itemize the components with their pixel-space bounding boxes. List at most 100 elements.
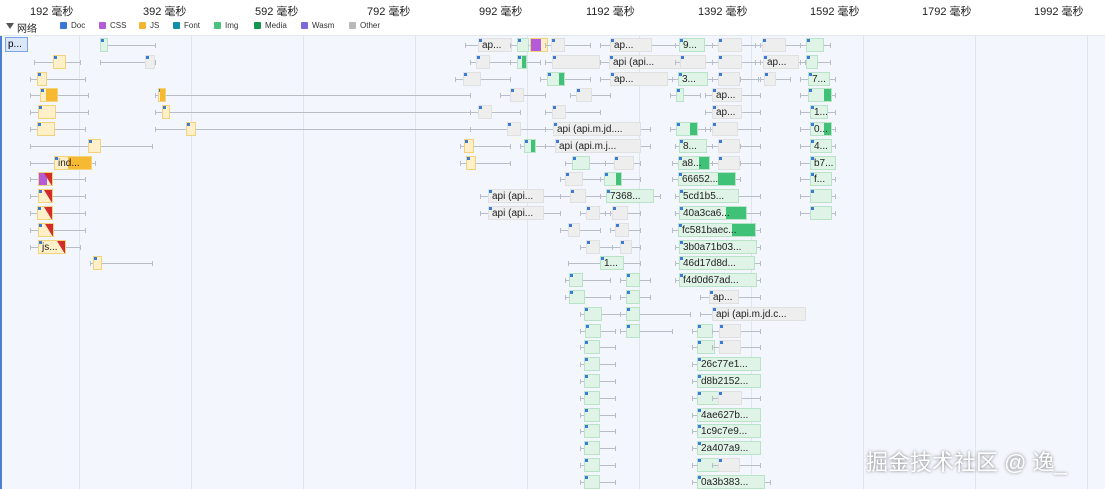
request-bar-img[interactable]: 46d17d8d... <box>679 256 755 271</box>
request-bar-img[interactable] <box>584 390 600 405</box>
request-bar-xhr[interactable]: ap... <box>610 71 668 86</box>
request-bar-img[interactable] <box>806 38 824 52</box>
request-bar-xhr[interactable] <box>565 172 583 187</box>
request-bar-xhr[interactable]: ap... <box>712 88 742 103</box>
request-bar-xhr[interactable]: api (api.m.j... <box>555 138 641 153</box>
request-bar-xhr[interactable] <box>718 138 740 153</box>
request-bar-xhr[interactable]: ap... <box>712 105 742 120</box>
request-bar-xhr[interactable] <box>614 155 634 170</box>
request-bar-img[interactable]: 0a3b383... <box>697 474 765 489</box>
request-bar-img[interactable] <box>626 306 640 321</box>
request-bar-js[interactable] <box>40 88 58 103</box>
request-bar-js[interactable]: ind... <box>54 155 92 170</box>
request-bar-img[interactable] <box>584 306 602 321</box>
request-bar-img[interactable]: 1... <box>810 105 828 120</box>
request-bar-img[interactable] <box>524 138 536 153</box>
request-bar-img[interactable] <box>100 38 108 52</box>
request-bar-xhr[interactable] <box>552 105 566 120</box>
request-bar-xhr[interactable] <box>718 54 742 69</box>
request-bar-img[interactable] <box>584 424 600 439</box>
request-bar-img[interactable] <box>584 357 600 372</box>
request-bar-img[interactable] <box>626 273 640 288</box>
request-bar-js[interactable] <box>158 88 166 103</box>
request-bar-xhr[interactable]: api (api... <box>488 189 544 204</box>
request-bar-xhr[interactable] <box>680 54 706 69</box>
request-bar-img[interactable] <box>626 323 640 338</box>
request-bar-img[interactable] <box>584 458 600 472</box>
request-bar-js[interactable] <box>38 222 54 237</box>
request-bar-img[interactable] <box>808 88 832 103</box>
request-bar-xhr[interactable] <box>612 206 628 220</box>
request-bar-xhr[interactable] <box>570 189 586 204</box>
request-bar-xhr[interactable] <box>764 71 776 86</box>
request-bar-xhr[interactable] <box>718 71 740 86</box>
request-bar-xhr[interactable] <box>510 88 524 103</box>
request-bar-xhr[interactable]: api (api.m.jd.... <box>553 122 641 136</box>
request-bar-img[interactable]: f... <box>810 172 832 187</box>
request-bar-img[interactable] <box>584 374 600 388</box>
request-bar-img[interactable] <box>584 340 600 355</box>
request-bar-img[interactable]: 5cd1b5... <box>679 189 739 204</box>
request-bar-img[interactable]: 4ae627b... <box>697 407 761 422</box>
request-bar-img[interactable] <box>676 88 684 103</box>
request-bar-js[interactable] <box>37 122 55 136</box>
request-bar-xhr[interactable] <box>719 323 741 338</box>
request-bar-img[interactable] <box>676 122 698 136</box>
request-bar-img[interactable]: 7368... <box>606 189 654 204</box>
request-bar-js[interactable] <box>38 172 53 187</box>
request-bar-img[interactable] <box>547 71 565 86</box>
request-bar-img[interactable]: 66652... <box>678 172 736 187</box>
request-bar-xhr[interactable] <box>718 458 740 472</box>
request-bar-img[interactable] <box>569 290 585 304</box>
request-bar-img[interactable]: 26c77e1... <box>697 357 761 372</box>
request-bar-xhr[interactable]: api (api.m.jd.c... <box>712 306 806 321</box>
request-bar-img[interactable]: 1... <box>600 256 624 271</box>
request-bar-xhr[interactable]: ap... <box>763 54 799 69</box>
request-bar-img[interactable] <box>626 290 640 304</box>
selected-request-bar[interactable]: p... <box>5 37 28 52</box>
request-bar-img[interactable]: d8b2152... <box>697 374 761 388</box>
request-bar-img[interactable] <box>810 189 832 204</box>
request-bar-img[interactable] <box>604 172 622 187</box>
request-bar-img[interactable] <box>585 323 601 338</box>
request-bar-img[interactable] <box>572 155 590 170</box>
request-bar-img[interactable]: fc581baec... <box>678 222 756 237</box>
request-bar-img[interactable]: 3b0a71b03... <box>679 239 757 254</box>
request-bar-img[interactable]: 7... <box>808 71 830 86</box>
request-bar-img[interactable] <box>517 54 527 69</box>
request-bar-js[interactable] <box>93 256 102 271</box>
request-bar-img[interactable]: a8... <box>678 155 710 170</box>
request-bar-img[interactable]: 9... <box>679 38 705 52</box>
request-bar-xhr[interactable] <box>568 222 580 237</box>
request-bar-xhr[interactable] <box>615 222 629 237</box>
request-bar-img[interactable] <box>806 54 818 69</box>
request-bar-js[interactable] <box>186 122 196 136</box>
request-bar-xhr[interactable] <box>576 88 592 103</box>
request-bar-xhr[interactable] <box>507 122 521 136</box>
request-bar-xhr[interactable] <box>718 155 740 170</box>
request-bar-xhr[interactable] <box>712 122 738 136</box>
request-bar-js[interactable] <box>464 138 474 153</box>
request-bar-img[interactable]: 40a3ca6... <box>679 206 747 220</box>
request-bar-js[interactable] <box>53 54 66 69</box>
request-bar-xhr[interactable] <box>145 54 155 69</box>
request-bar-js[interactable]: js... <box>38 239 66 254</box>
request-bar-img[interactable] <box>810 206 832 220</box>
request-bar-xhr[interactable] <box>478 105 492 120</box>
request-bar-xhr[interactable] <box>620 239 632 254</box>
request-bar-xhr[interactable]: ap... <box>610 38 652 52</box>
request-bar-js[interactable] <box>466 155 476 170</box>
request-bar-xhr[interactable] <box>719 340 741 355</box>
request-bar-xhr[interactable] <box>476 54 490 69</box>
request-bar-img[interactable] <box>517 38 529 52</box>
request-bar-img[interactable]: 4... <box>810 138 832 153</box>
request-bar-js[interactable] <box>37 206 53 220</box>
request-bar-img[interactable] <box>584 474 600 489</box>
request-bar-img[interactable]: 1c9c7e9... <box>697 424 761 439</box>
request-bar-xhr[interactable] <box>718 38 742 52</box>
request-bar-xhr[interactable] <box>551 38 565 52</box>
request-bar-js[interactable] <box>38 105 56 120</box>
request-bar-xhr[interactable] <box>586 239 600 254</box>
request-bar-xhr[interactable] <box>463 71 481 86</box>
request-bar-img[interactable] <box>584 407 600 422</box>
